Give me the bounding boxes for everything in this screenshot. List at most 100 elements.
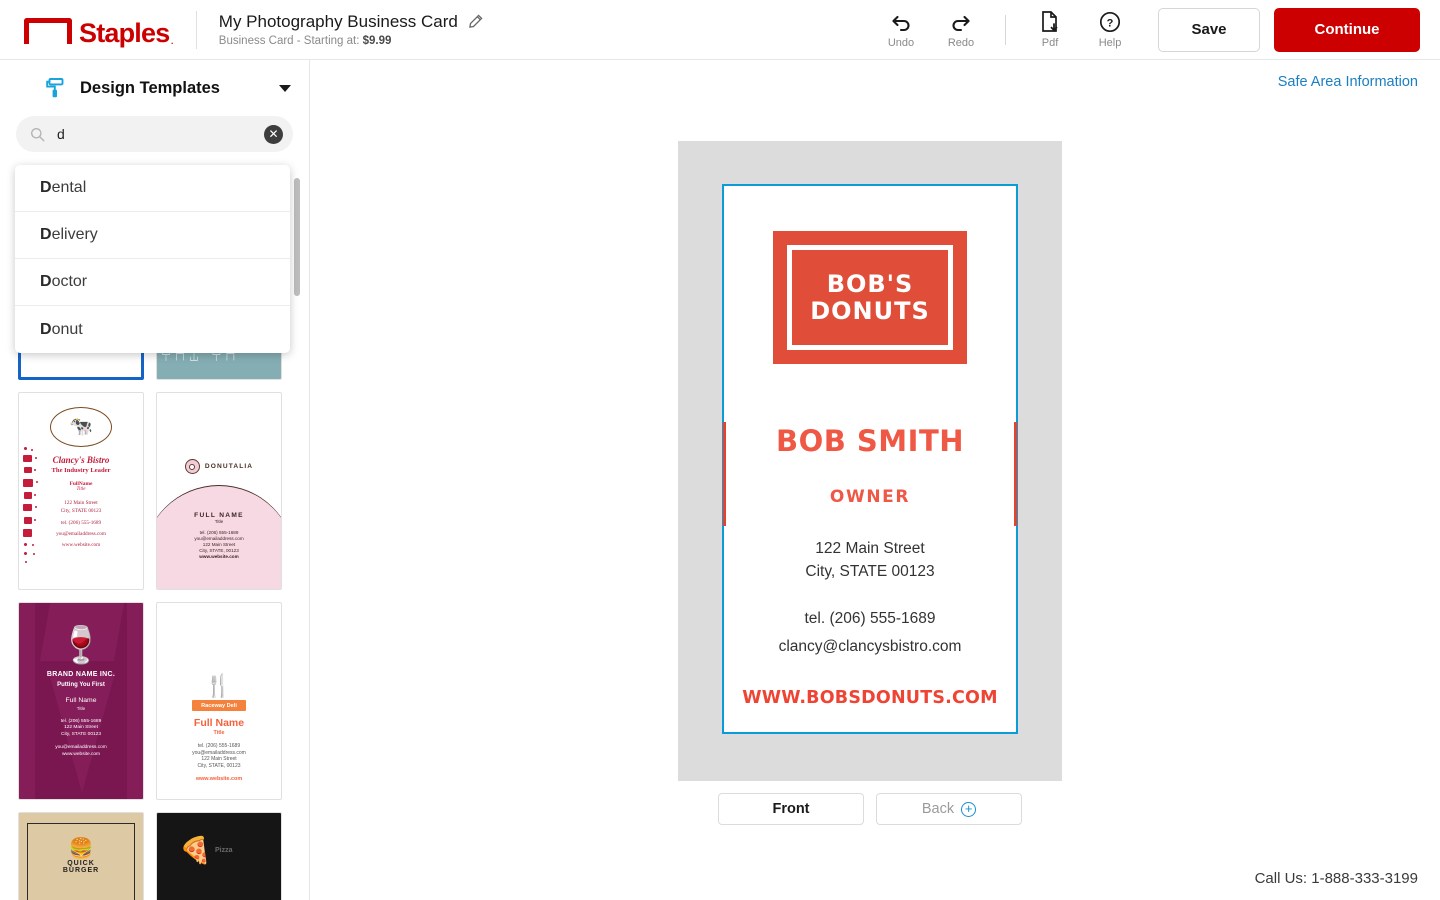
- chevron-down-icon[interactable]: [279, 84, 291, 92]
- business-card-preview[interactable]: BOB'S DONUTS BOB SMITH OWNER 122 Main St…: [722, 184, 1018, 734]
- save-button[interactable]: Save: [1158, 7, 1260, 52]
- call-us-text: Call Us: 1-888-333-3199: [1254, 870, 1418, 887]
- redo-icon: [950, 10, 972, 34]
- utensils-icon: 🍴: [204, 673, 234, 698]
- template-thumbnail[interactable]: DONUTALIA FULL NAME Title tel. (206) 555…: [156, 392, 282, 590]
- question-mark-icon: ?: [1099, 10, 1121, 34]
- card-address-line1: 122 Main Street: [815, 540, 925, 557]
- card-logo-line1: BOB'S: [826, 269, 914, 298]
- search-box[interactable]: ✕: [16, 116, 293, 152]
- staples-logo[interactable]: Staples .: [24, 13, 174, 47]
- redo-label: Redo: [947, 37, 975, 49]
- tab-front-label: Front: [772, 801, 810, 817]
- suggestion-match: D: [40, 226, 52, 243]
- panel-title: Design Templates: [80, 78, 220, 97]
- template-thumbnail[interactable]: 🍴 Raceway Deli Full Name Title tel. (206…: [156, 602, 282, 800]
- suggestion-match: D: [40, 179, 52, 196]
- undo-button[interactable]: Undo: [871, 3, 931, 57]
- thumb-name: FULL NAME: [194, 512, 244, 519]
- pdf-label: Pdf: [1041, 37, 1059, 49]
- pencil-icon[interactable]: [467, 14, 483, 30]
- card-address-line2: City, STATE 00123: [805, 563, 935, 580]
- safe-area-information-link[interactable]: Safe Area Information: [1278, 74, 1418, 90]
- thumb-tel: tel. (206) 555-1689: [197, 743, 241, 749]
- redo-button[interactable]: Redo: [931, 3, 991, 57]
- pizza-slice-icon: 🍕: [179, 835, 212, 865]
- suggestion-item-dental[interactable]: Dental: [15, 165, 290, 212]
- card-address[interactable]: 122 Main Street City, STATE 00123: [805, 537, 934, 583]
- template-thumbnail[interactable]: 🐄 Clancy's Bistro The Industry Leader Fu…: [18, 392, 144, 590]
- tab-back[interactable]: Back +: [876, 793, 1022, 825]
- thumb-name: Full Name: [193, 717, 245, 729]
- thumb-brand: BRAND NAME INC.: [46, 671, 116, 678]
- card-logo-block[interactable]: BOB'S DONUTS: [773, 231, 967, 364]
- search-input[interactable]: [57, 126, 264, 142]
- card-logo-line2: DONUTS: [810, 296, 930, 325]
- thumb-website: www.website.com: [195, 776, 243, 783]
- safe-area-marker-right: [1014, 422, 1017, 526]
- paint-roller-icon: [44, 77, 66, 99]
- suggestion-match: D: [40, 320, 52, 338]
- thumb-tagline: Putting You First: [57, 682, 105, 688]
- template-thumbnail[interactable]: 🍔 QUICK BURGER: [18, 812, 144, 900]
- continue-button[interactable]: Continue: [1274, 7, 1420, 52]
- card-email[interactable]: clancy@clancysbistro.com: [779, 638, 962, 656]
- tab-front[interactable]: Front: [718, 793, 864, 825]
- svg-text:?: ?: [1107, 18, 1114, 30]
- safe-area-marker-left: [723, 422, 726, 526]
- template-thumbnail[interactable]: 🍷 BRAND NAME INC. Putting You First Full…: [18, 602, 144, 800]
- thumb-address2: City, STATE 00123: [61, 731, 101, 737]
- wine-bottle-glass-icon: 🍷: [58, 624, 104, 665]
- card-stage: BOB'S DONUTS BOB SMITH OWNER 122 Main St…: [678, 141, 1062, 781]
- pdf-download-icon: [1040, 10, 1060, 34]
- template-thumbnail[interactable]: 🍕 Pizza: [156, 812, 282, 900]
- plus-circle-icon: +: [961, 801, 977, 817]
- design-templates-header[interactable]: Design Templates: [0, 60, 309, 116]
- decorative-dots: [22, 445, 44, 575]
- donut-icon: [184, 459, 200, 474]
- suggestion-rest: octor: [51, 273, 88, 290]
- pdf-button[interactable]: Pdf: [1020, 3, 1080, 57]
- sidebar-scrollbar-thumb[interactable]: [294, 178, 300, 296]
- suggestion-item-delivery[interactable]: Delivery: [15, 212, 290, 259]
- suggestion-rest: ental: [51, 179, 87, 196]
- search-icon: [30, 127, 45, 142]
- thumb-frame: [27, 823, 135, 900]
- top-bar: Staples . My Photography Business Card B…: [0, 0, 1440, 60]
- document-subtitle-prefix: Business Card - Starting at:: [218, 35, 363, 47]
- search-area: ✕: [0, 116, 309, 152]
- clear-search-icon[interactable]: ✕: [264, 124, 283, 144]
- staple-bracket-icon: [24, 17, 72, 44]
- card-website[interactable]: WWW.BOBSDONUTS.COM: [742, 688, 997, 708]
- help-button[interactable]: ? Help: [1080, 3, 1140, 57]
- tab-back-label: Back: [921, 801, 955, 817]
- left-sidebar: Design Templates ✕ you@emailaddress.com …: [0, 60, 310, 900]
- thumb-address2: City, STATE, 00123: [197, 762, 241, 769]
- thumb-badge: Raceway Deli: [192, 700, 246, 711]
- toolbar: Undo Redo Pdf ? Help Save Continue: [871, 0, 1440, 60]
- suggestion-item-donut[interactable]: Donut: [15, 306, 290, 353]
- suggestion-match: D: [40, 273, 52, 290]
- arch-shape: FULL NAME Title tel. (206) 555-1689 you@…: [157, 485, 281, 589]
- thumb-line1: Pizza: [215, 847, 233, 854]
- help-label: Help: [1098, 37, 1122, 49]
- toolbar-divider: [1005, 14, 1006, 45]
- header-divider: [195, 10, 197, 49]
- thumb-address1: 122 Main Street: [201, 756, 237, 763]
- document-price: $9.99: [362, 35, 392, 47]
- cow-logo-icon: 🐄: [50, 407, 112, 447]
- design-canvas-area: Safe Area Information BOB'S DONUTS BOB S…: [310, 60, 1440, 900]
- thumb-website: www.website.com: [199, 554, 239, 559]
- suggestion-rest: onut: [51, 320, 83, 338]
- document-meta: My Photography Business Card Business Ca…: [219, 12, 483, 47]
- card-role[interactable]: OWNER: [830, 487, 910, 507]
- card-name[interactable]: BOB SMITH: [776, 424, 964, 458]
- card-tel[interactable]: tel. (206) 555-1689: [805, 610, 936, 628]
- thumb-title: Title: [76, 706, 86, 711]
- page-title: My Photography Business Card: [218, 12, 458, 31]
- card-side-tabs: Front Back +: [678, 793, 1062, 825]
- thumb-brand: DONUTALIA: [204, 463, 254, 470]
- suggestion-item-doctor[interactable]: Doctor: [15, 259, 290, 306]
- document-subtitle: Business Card - Starting at: $9.99: [219, 35, 483, 47]
- thumb-title: Title: [214, 519, 224, 524]
